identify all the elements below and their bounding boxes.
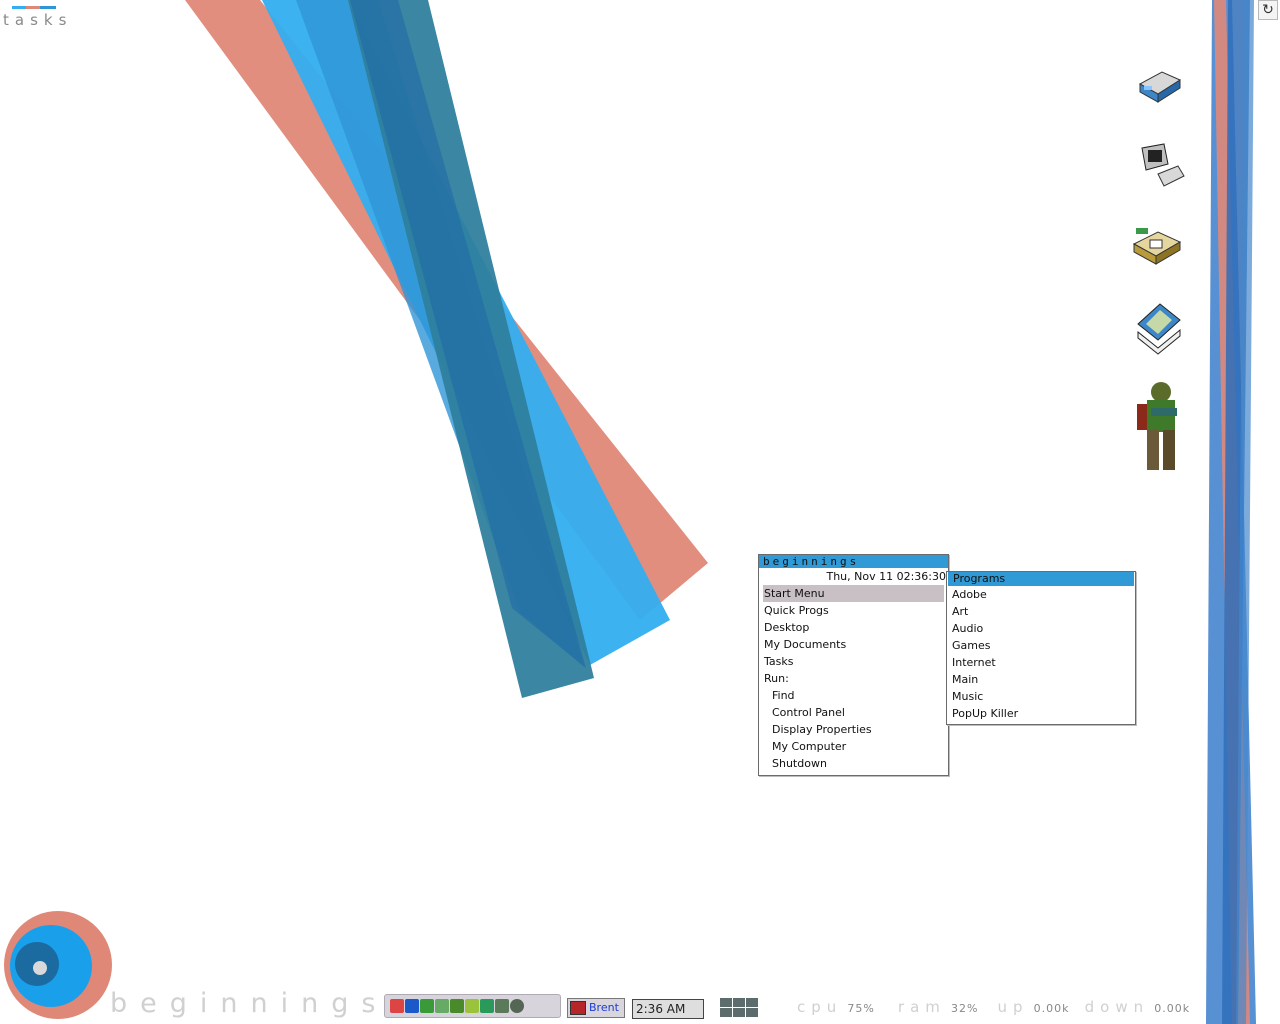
tray-drive-icon[interactable] [495,999,509,1013]
task-button-label: Brent [589,1001,619,1014]
workspace-1[interactable] [720,998,732,1007]
menu-item-shutdown[interactable]: Shutdown [759,755,948,772]
menu-item-my-computer[interactable]: My Computer [759,738,948,755]
tray-leaf-icon[interactable] [450,999,464,1013]
tray-clock-icon[interactable] [390,999,404,1013]
cpu-value: 75% [847,1002,875,1015]
tasks-label[interactable]: tasks [3,11,72,29]
up-value: 0.00k [1033,1002,1070,1015]
display-settings-icon[interactable] [1130,296,1190,356]
workspace-3[interactable] [746,998,758,1007]
tray-app-icon[interactable] [435,999,449,1013]
menu-item-find[interactable]: Find [759,687,948,704]
tray-icons [390,998,525,1017]
doom-marine-icon[interactable] [1133,378,1189,476]
menu-item-display-properties[interactable]: Display Properties [759,721,948,738]
tray-gear-icon[interactable] [480,999,494,1013]
printer-icon[interactable] [1130,58,1190,118]
task-button-brent[interactable]: Brent [567,998,625,1018]
menu-item-tasks[interactable]: Tasks [759,653,948,670]
system-stats: cpu 75% ram 32% up 0.00k down 0.00k [797,997,1190,1016]
submenu-title-programs[interactable]: Programs [948,572,1134,586]
submenu-item-main[interactable]: Main [947,671,1135,688]
submenu-item-popup-killer[interactable]: PopUp Killer [947,705,1135,722]
menu-item-desktop[interactable]: Desktop [759,619,948,636]
ram-label: ram [897,998,946,1016]
submenu-item-adobe[interactable]: Adobe [947,586,1135,603]
menu-item-start-menu[interactable]: Start Menu [763,585,944,602]
ram-value: 32% [951,1002,979,1015]
menu-item-control-panel[interactable]: Control Panel [759,704,948,721]
submenu-item-music[interactable]: Music [947,688,1135,705]
workspace-5[interactable] [733,1008,745,1017]
submenu-item-games[interactable]: Games [947,637,1135,654]
scanner-icon[interactable] [1128,216,1188,276]
menu-item-quick-progs[interactable]: Quick Progs [759,602,948,619]
workspace-6[interactable] [746,1008,758,1017]
cpu-label: cpu [797,998,843,1016]
submenu-item-internet[interactable]: Internet [947,654,1135,671]
tasks-color-bar [12,6,60,9]
tray-arrow-icon[interactable] [420,999,434,1013]
down-value: 0.00k [1154,1002,1191,1015]
app-icon [570,1001,586,1015]
restore-icon[interactable]: ↻ [1258,0,1278,20]
tray-globe-icon[interactable] [510,999,524,1013]
computer-icon[interactable] [1130,136,1190,196]
desktop-wallpaper [4,0,1256,1024]
submenu-item-art[interactable]: Art [947,603,1135,620]
start-menu-datetime: Thu, Nov 11 02:36:30 [826,570,946,583]
tray-pen-icon[interactable] [465,999,479,1013]
down-label: down [1084,998,1150,1016]
menu-item-my-documents[interactable]: My Documents [759,636,948,653]
workspace-4[interactable] [720,1008,732,1017]
start-menu-title: beginnings [759,555,948,568]
menu-item-run-header: Run: [764,672,789,685]
submenu-item-audio[interactable]: Audio [947,620,1135,637]
tray-network-icon[interactable] [405,999,419,1013]
programs-submenu: Programs Adobe Art Audio Games Internet … [946,571,1136,725]
start-menu: beginnings Thu, Nov 11 02:36:30 Start Me… [758,554,949,776]
taskbar-clock[interactable]: 2:36 AM [632,999,704,1019]
up-label: up [997,998,1029,1016]
beginnings-logo-text[interactable]: beginnings [110,988,388,1019]
workspace-pager[interactable] [720,998,760,1018]
workspace-2[interactable] [733,998,745,1007]
